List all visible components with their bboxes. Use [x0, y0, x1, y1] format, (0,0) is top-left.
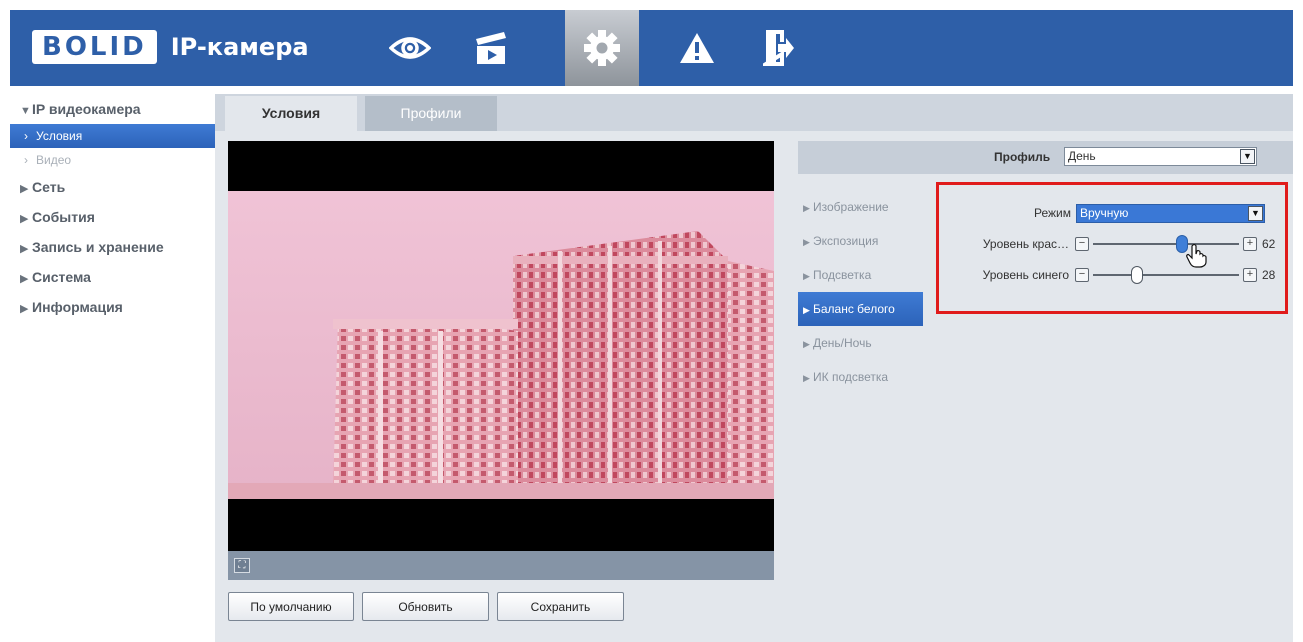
mode-select-value: Вручную [1080, 206, 1129, 220]
triangle-right-icon: ▶ [803, 373, 810, 383]
triangle-right-icon: ▶ [803, 305, 810, 315]
save-button[interactable]: Сохранить [497, 592, 624, 621]
red-level-value: 62 [1262, 237, 1276, 251]
chevron-right-icon: › [24, 153, 28, 167]
slider-track [1093, 274, 1239, 276]
video-preview [228, 141, 774, 579]
sidebar-item-video[interactable]: › Видео [10, 148, 215, 172]
gear-icon [584, 30, 620, 66]
profile-bar: Профиль День ▼ [798, 141, 1293, 174]
triangle-right-icon: ▶ [803, 203, 810, 213]
category-ir[interactable]: ▶ ИК подсветка [798, 360, 923, 394]
mode-label: Режим [1034, 206, 1071, 220]
sidebar-item-label: Информация [32, 299, 123, 315]
video-toolbar: ⛶ [228, 551, 774, 580]
fullscreen-icon[interactable]: ⛶ [234, 558, 250, 573]
sidebar-item-storage[interactable]: ▶ Запись и хранение [10, 232, 215, 262]
blue-level-value: 28 [1262, 268, 1276, 282]
tab-profiles[interactable]: Профили [365, 96, 497, 131]
category-image[interactable]: ▶ Изображение [798, 190, 923, 224]
chevron-down-icon: ▼ [1248, 206, 1263, 221]
mode-select[interactable]: Вручную ▼ [1076, 204, 1265, 223]
sidebar-item-label: Условия [36, 129, 83, 143]
sidebar-item-label: Сеть [32, 179, 66, 195]
sidebar-item-system[interactable]: ▶ Система [10, 262, 215, 292]
category-label: ИК подсветка [813, 370, 889, 384]
chevron-right-icon: › [24, 129, 28, 143]
blue-level-label: Уровень синего [982, 268, 1069, 282]
tab-conditions[interactable]: Условия [225, 96, 357, 131]
collapsed-triangle-icon: ▶ [20, 183, 29, 195]
sidebar: ▼IP видеокамера › Условия › Видео ▶ Сеть ▶ С… [10, 94, 215, 642]
settings-button[interactable] [565, 10, 639, 86]
blue-level-slider[interactable]: − + [1075, 265, 1257, 285]
chevron-down-icon: ▼ [1240, 149, 1255, 164]
logo-badge: BOLID [32, 30, 157, 64]
collapsed-triangle-icon: ▶ [20, 213, 29, 225]
eye-icon [389, 37, 431, 59]
sidebar-item-info[interactable]: ▶ Информация [10, 292, 215, 322]
sidebar-item-label: Видео [36, 153, 72, 167]
category-backlight[interactable]: ▶ Подсветка [798, 258, 923, 292]
triangle-right-icon: ▶ [803, 237, 810, 247]
sidebar-item-label: Запись и хранение [32, 239, 164, 255]
decrease-icon[interactable]: − [1075, 268, 1089, 282]
profile-label: Профиль [994, 150, 1051, 164]
tab-bar: Условия Профили [215, 94, 1293, 131]
settings-categories: ▶ Изображение ▶ Экспозиция ▶ Подсветка ▶ Бал… [798, 190, 923, 394]
white-balance-settings: Режим Вручную ▼ Уровень крас… − + 62 Уро… [923, 174, 1293, 642]
playback-button[interactable] [455, 10, 529, 86]
category-label: День/Ночь [813, 336, 872, 350]
top-header: BOLID IP-камера [10, 10, 1293, 86]
triangle-right-icon: ▶ [803, 271, 810, 281]
logo: BOLID IP-камера [32, 30, 309, 64]
sidebar-item-label: IP видеокамера [32, 101, 141, 117]
category-label: Изображение [813, 200, 889, 214]
default-button[interactable]: По умолчанию [228, 592, 354, 621]
category-day-night[interactable]: ▶ День/Ночь [798, 326, 923, 360]
decrease-icon[interactable]: − [1075, 237, 1089, 251]
exit-icon [763, 30, 794, 66]
category-white-balance[interactable]: ▶ Баланс белого [798, 292, 923, 326]
warning-icon [680, 33, 714, 63]
app-title: IP-камера [170, 33, 309, 61]
triangle-right-icon: ▶ [803, 339, 810, 349]
sidebar-item-label: События [32, 209, 95, 225]
slider-track [1093, 243, 1239, 245]
refresh-button[interactable]: Обновить [362, 592, 489, 621]
collapsed-triangle-icon: ▶ [20, 243, 29, 255]
increase-icon[interactable]: + [1243, 237, 1257, 251]
category-label: Экспозиция [813, 234, 879, 248]
hand-cursor-icon [1186, 244, 1207, 268]
alarm-button[interactable] [660, 10, 734, 86]
sidebar-item-conditions[interactable]: › Условия [10, 124, 215, 148]
building-scene-image [228, 191, 774, 499]
sidebar-item-ip-camera[interactable]: ▼IP видеокамера [10, 94, 215, 124]
camera-image [228, 191, 774, 499]
logout-button[interactable] [742, 10, 816, 86]
clapperboard-icon [476, 32, 506, 64]
category-label: Подсветка [813, 268, 872, 282]
category-label: Баланс белого [813, 302, 895, 316]
profile-select[interactable]: День ▼ [1064, 147, 1257, 166]
sidebar-item-events[interactable]: ▶ События [10, 202, 215, 232]
collapsed-triangle-icon: ▶ [20, 303, 29, 315]
sidebar-item-label: Система [32, 269, 91, 285]
live-view-button[interactable] [373, 10, 447, 86]
collapsed-triangle-icon: ▶ [20, 273, 29, 285]
profile-select-value: День [1068, 149, 1096, 163]
sidebar-item-network[interactable]: ▶ Сеть [10, 172, 215, 202]
expanded-triangle-icon: ▼ [20, 105, 31, 117]
increase-icon[interactable]: + [1243, 268, 1257, 282]
red-level-slider[interactable]: − + [1075, 234, 1257, 254]
red-level-label: Уровень крас… [982, 237, 1069, 251]
main-content: Условия Профили ⛶ По умолчанию Обновить … [215, 94, 1293, 642]
category-exposure[interactable]: ▶ Экспозиция [798, 224, 923, 258]
slider-thumb[interactable] [1130, 266, 1143, 284]
